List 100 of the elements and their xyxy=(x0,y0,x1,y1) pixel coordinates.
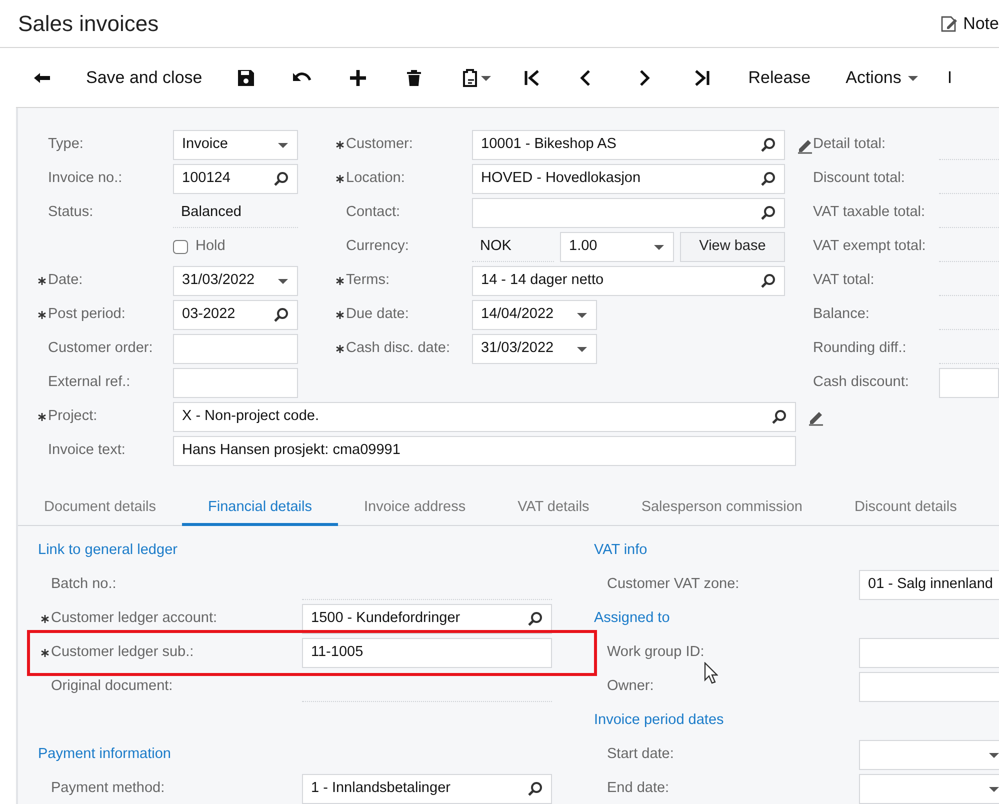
caret-icon xyxy=(576,311,588,319)
save-icon xyxy=(236,68,256,88)
tab[interactable]: VAT details xyxy=(492,492,616,526)
section-heading: Invoice period dates xyxy=(594,711,725,730)
input-field[interactable]: 11-1005 xyxy=(302,638,552,668)
page-title: Sales invoices xyxy=(18,10,159,38)
caret-icon xyxy=(907,74,920,82)
dropdown-field[interactable]: 31/03/2022 xyxy=(472,334,597,364)
search-icon xyxy=(527,611,543,627)
field-label: Start date: xyxy=(607,745,675,764)
required-icon xyxy=(336,277,344,285)
field-label: Terms: xyxy=(346,271,390,290)
lookup-field[interactable]: 03-2022 xyxy=(173,300,298,330)
tab[interactable]: Document details xyxy=(18,492,182,526)
required-icon xyxy=(336,175,344,183)
section-heading: Assigned to xyxy=(594,609,671,628)
field-label: Invoice no.: xyxy=(48,169,124,188)
dropdown-field[interactable] xyxy=(859,740,999,770)
field-label: Contact: xyxy=(346,203,401,222)
mouse-cursor-icon xyxy=(704,662,718,684)
dropdown-field[interactable] xyxy=(859,774,999,804)
note-icon xyxy=(939,14,960,34)
required-icon xyxy=(336,141,344,149)
input-field[interactable]: 01 - Salg innenland xyxy=(859,570,999,600)
checkbox[interactable] xyxy=(173,240,188,254)
caret-icon xyxy=(277,277,289,285)
search-icon xyxy=(760,205,776,221)
rate-dropdown[interactable]: 1.00 xyxy=(560,232,674,262)
field-label: Cash disc. date: xyxy=(346,339,451,358)
input-field[interactable] xyxy=(859,638,999,668)
caret-icon xyxy=(988,751,999,759)
field-label: VAT exempt total: xyxy=(813,237,927,256)
input-field[interactable] xyxy=(173,334,298,364)
field-label: Cash discount: xyxy=(813,373,910,392)
tab[interactable]: Invoice address xyxy=(338,492,492,526)
caret-icon xyxy=(653,243,665,251)
field-label: VAT total: xyxy=(813,271,876,290)
dropdown-field[interactable]: 31/03/2022 xyxy=(173,266,298,296)
field-label: Status: xyxy=(48,203,94,222)
input-field[interactable] xyxy=(859,672,999,702)
more-button[interactable]: I xyxy=(947,58,952,96)
save-close-button[interactable]: Save and close xyxy=(86,58,202,96)
dropdown-field[interactable]: 14/04/2022 xyxy=(472,300,597,330)
field-label: Owner: xyxy=(607,677,655,696)
field-label: Date: xyxy=(48,271,84,290)
lookup-field[interactable]: HOVED - Hovedlokasjon xyxy=(472,164,785,194)
field-label: Payment method: xyxy=(51,779,166,798)
required-icon xyxy=(38,277,46,285)
field-label: Discount total: xyxy=(813,169,906,188)
caret-icon xyxy=(480,74,492,82)
release-button[interactable]: Release xyxy=(748,58,811,96)
field-label: Rounding diff.: xyxy=(813,339,908,358)
search-icon xyxy=(273,307,289,323)
field-label: Post period: xyxy=(48,305,126,324)
search-icon xyxy=(760,171,776,187)
field-label: Work group ID: xyxy=(607,643,706,662)
lookup-field[interactable]: 14 - 14 dager netto xyxy=(472,266,785,296)
notes-button[interactable]: Note xyxy=(939,4,999,42)
field-label: Original document: xyxy=(51,677,174,696)
field-label: Batch no.: xyxy=(51,575,118,594)
field-label: Invoice text: xyxy=(48,441,126,460)
lookup-field[interactable]: 1500 - Kundefordringer xyxy=(302,604,552,634)
field-label: VAT taxable total: xyxy=(813,203,926,222)
lookup-field[interactable]: X - Non-project code. xyxy=(173,402,796,432)
field-label: Customer: xyxy=(346,135,414,154)
lookup-field[interactable] xyxy=(472,198,785,228)
plus-icon xyxy=(348,68,368,88)
search-icon xyxy=(760,273,776,289)
caret-icon xyxy=(576,345,588,353)
caret-icon xyxy=(988,785,999,793)
search-icon xyxy=(760,137,776,153)
tab[interactable]: Salesperson commission xyxy=(615,492,828,526)
view-base-button[interactable]: View base xyxy=(680,232,785,262)
required-icon xyxy=(40,615,48,623)
lookup-field[interactable]: 10001 - Bikeshop AS xyxy=(472,130,785,160)
required-icon xyxy=(336,345,344,353)
field-label: Customer ledger sub.: xyxy=(51,643,195,662)
input-field[interactable] xyxy=(173,368,298,398)
lookup-field[interactable]: 1 - Innlandsbetalinger xyxy=(302,774,552,804)
input-field[interactable]: Hans Hansen prosjekt: cma09991 xyxy=(173,436,796,466)
tab[interactable]: Financial details xyxy=(182,492,338,526)
tab[interactable]: Discount details xyxy=(828,492,983,526)
input-field[interactable] xyxy=(939,368,999,398)
field-label: Customer order: xyxy=(48,339,154,358)
checkbox-label: Hold xyxy=(196,237,226,256)
required-icon xyxy=(336,311,344,319)
field-value: Balanced xyxy=(173,198,298,228)
section-heading: VAT info xyxy=(594,541,648,560)
field-label: Balance: xyxy=(813,305,870,324)
lookup-field[interactable]: 100124 xyxy=(173,164,298,194)
field-label: Currency: xyxy=(346,237,410,256)
actions-button[interactable]: Actions xyxy=(846,58,920,96)
field-label: Type: xyxy=(48,135,84,154)
field-label: Customer VAT zone: xyxy=(607,575,740,594)
search-icon xyxy=(771,409,787,425)
caret-icon xyxy=(277,141,289,149)
dropdown-field[interactable]: Invoice xyxy=(173,130,298,160)
field-label: Project: xyxy=(48,407,98,426)
currency-value: NOK xyxy=(472,232,554,262)
section-heading: Link to general ledger xyxy=(38,541,178,560)
